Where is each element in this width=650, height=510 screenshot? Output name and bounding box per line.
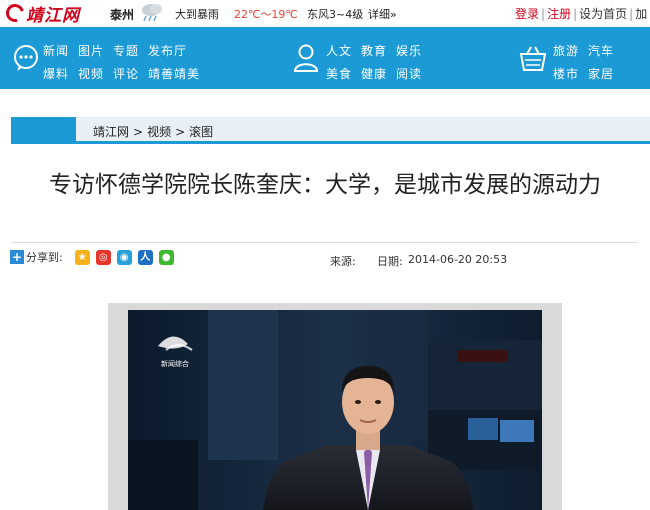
nav-link[interactable]: 汽车 (588, 44, 614, 58)
nav-link[interactable]: 爆料 (43, 67, 69, 81)
nav-link[interactable]: 视频 (78, 67, 104, 81)
person-icon (293, 44, 319, 72)
nav-group-news-row1: 新闻 图片 专题 发布厅 (43, 42, 196, 59)
weather-description: 大到暴雨 (175, 8, 219, 21)
breadcrumb-video[interactable]: 视频 (147, 125, 171, 139)
weibo-icon[interactable]: ◎ (95, 249, 111, 265)
nav-group-life-row2: 楼市 家居 (553, 65, 623, 82)
user-links: 登录 | 注册 | 设为首页 | 加 (515, 5, 647, 22)
breadcrumb-trail: 靖江网 > 视频 > 滚图 (93, 123, 213, 140)
nav-group-culture-row1: 人文 教育 娱乐 (326, 42, 431, 59)
set-homepage-link[interactable]: 设为首页 (579, 7, 627, 21)
site-logo[interactable]: 靖江网 (2, 0, 80, 26)
date-label: 日期: (377, 255, 403, 268)
logo-text: 靖江网 (26, 5, 80, 26)
tencent-weibo-icon[interactable]: ◉ (116, 249, 132, 265)
chat-bubble-icon (14, 45, 38, 71)
breadcrumb-separator: > (133, 125, 144, 139)
separator: | (541, 7, 546, 21)
nav-link[interactable]: 评论 (113, 67, 139, 81)
breadcrumb-accent (11, 117, 76, 144)
wechat-icon[interactable]: ● (158, 249, 174, 265)
qzone-icon[interactable]: ★ (74, 249, 90, 265)
weather-detail-link[interactable]: 详细» (368, 6, 397, 22)
nav-link[interactable]: 人文 (326, 44, 352, 58)
nav-link[interactable]: 教育 (361, 44, 387, 58)
rain-cloud-icon (142, 4, 162, 22)
nav-link[interactable]: 健康 (361, 67, 387, 81)
nav-group-culture-row2: 美食 健康 阅读 (326, 65, 431, 82)
video-player[interactable]: 新闻综合 (128, 310, 542, 510)
share-bar: + 分享到: ★ ◎ ◉ 人 ● (10, 249, 180, 265)
publish-date: 2014-06-20 20:53 (408, 253, 508, 266)
nav-link[interactable]: 美食 (326, 67, 352, 81)
top-bar: 靖江网 泰州 大到暴雨 22℃～19℃ 东风3~4级 详细» 登录 | 注册 | 设为首… (0, 0, 650, 27)
nav-link[interactable]: 阅读 (396, 67, 422, 81)
register-link[interactable]: 注册 (547, 7, 571, 21)
nav-link[interactable]: 楼市 (553, 67, 579, 81)
nav-group-life-row1: 旅游 汽车 (553, 42, 623, 59)
weather-city[interactable]: 泰州 (110, 6, 134, 23)
nav-link[interactable]: 娱乐 (396, 44, 422, 58)
main-nav: 新闻 图片 专题 发布厅 爆料 视频 评论 靖善靖美 人文 教育 娱乐 美食 健康 阅读 旅游 汽车 … (0, 27, 650, 89)
nav-link[interactable]: 新闻 (43, 44, 69, 58)
temperature: 22℃～19℃ (234, 8, 298, 21)
nav-link[interactable]: 图片 (78, 44, 104, 58)
wind-info: 东风3~4级 (307, 8, 364, 21)
basket-icon (519, 46, 547, 71)
nav-link[interactable]: 家居 (588, 67, 614, 81)
breadcrumb-slideshow[interactable]: 滚图 (189, 125, 213, 139)
source-label: 来源: (330, 255, 356, 268)
login-link[interactable]: 登录 (515, 7, 539, 21)
breadcrumb-home[interactable]: 靖江网 (93, 125, 129, 139)
divider (12, 242, 638, 243)
breadcrumb-separator: > (175, 125, 186, 139)
nav-link[interactable]: 靖善靖美 (148, 67, 200, 81)
nav-link[interactable]: 发布厅 (148, 44, 187, 58)
separator: | (629, 7, 634, 21)
share-plus-icon[interactable]: + (10, 250, 24, 264)
renren-icon[interactable]: 人 (137, 249, 153, 265)
share-label: 分享到: (26, 251, 63, 264)
channel-logo-text: 新闻综合 (161, 359, 189, 368)
logo-mark-icon (2, 0, 28, 26)
article-title: 专访怀德学院院长陈奎庆：大学，是城市发展的源动力 (49, 172, 601, 198)
nav-link[interactable]: 专题 (113, 44, 139, 58)
more-link[interactable]: 加 (635, 7, 647, 21)
separator: | (573, 7, 578, 21)
nav-group-news-row2: 爆料 视频 评论 靖善靖美 (43, 65, 209, 82)
video-frame-scene: 新闻综合 (128, 310, 542, 510)
nav-link[interactable]: 旅游 (553, 44, 579, 58)
breadcrumb: 靖江网 > 视频 > 滚图 (11, 117, 650, 144)
